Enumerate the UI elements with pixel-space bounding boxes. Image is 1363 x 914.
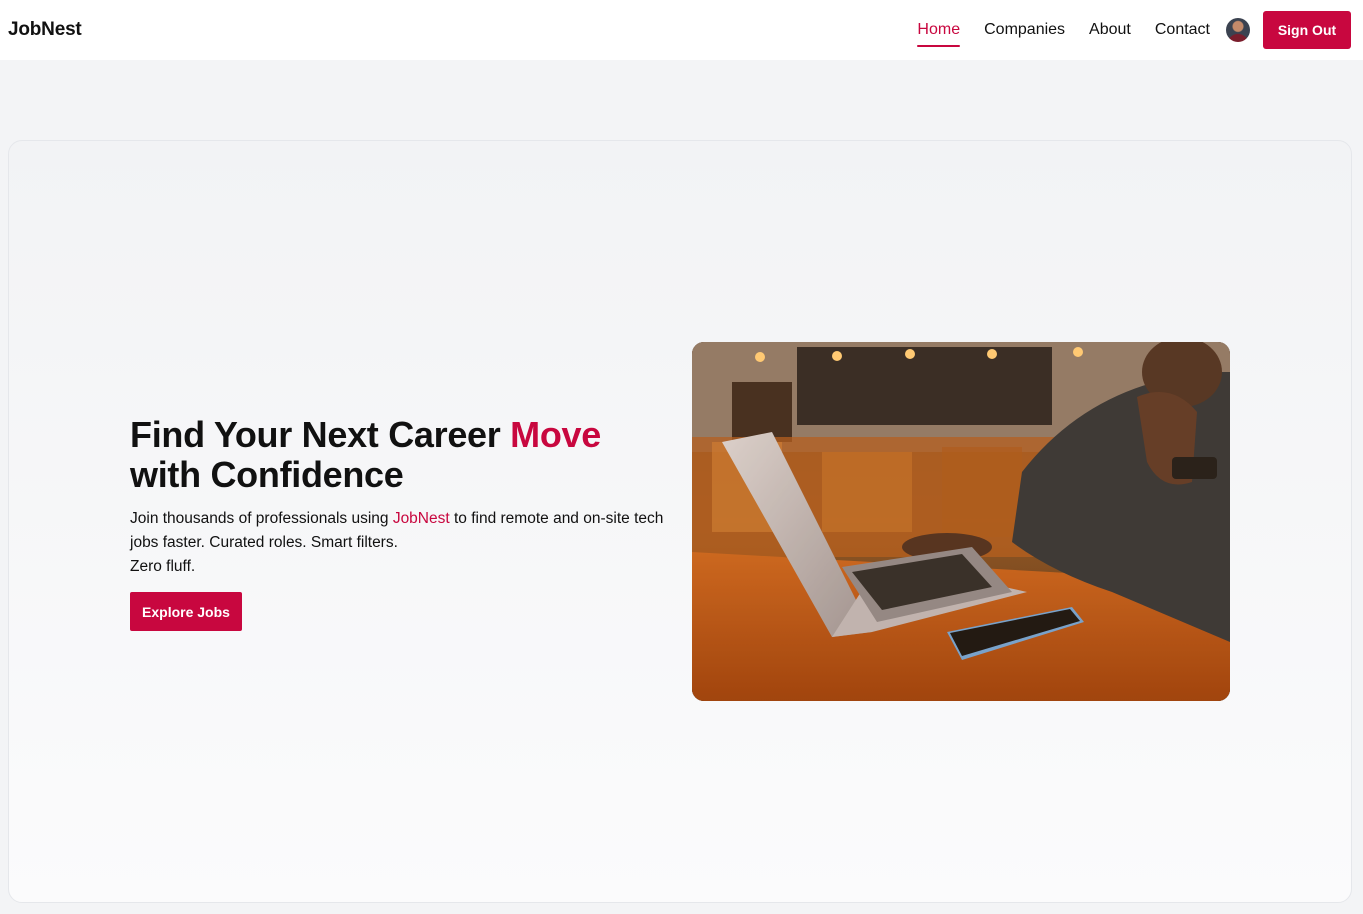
hero-subtitle: Join thousands of professionals using Jo… bbox=[130, 507, 690, 579]
hero-headline: Find Your Next Career Move with Confiden… bbox=[130, 415, 690, 495]
headline-part2: with Confidence bbox=[130, 454, 404, 495]
explore-jobs-button[interactable]: Explore Jobs bbox=[130, 592, 242, 631]
subtitle-part1: Join thousands of professionals using bbox=[130, 510, 393, 527]
user-avatar[interactable] bbox=[1226, 18, 1250, 42]
nav-link-contact[interactable]: Contact bbox=[1155, 15, 1210, 45]
nav-link-home[interactable]: Home bbox=[917, 15, 960, 47]
sign-out-button[interactable]: Sign Out bbox=[1263, 11, 1351, 49]
hero-image bbox=[692, 342, 1230, 701]
navbar: JobNest Home Companies About Contact Sig… bbox=[0, 0, 1363, 60]
nav-menu: Home Companies About Contact Sign Out bbox=[917, 11, 1351, 49]
brand-logo[interactable]: JobNest bbox=[8, 19, 82, 41]
headline-part1: Find Your Next Career bbox=[130, 414, 511, 455]
nav-link-about[interactable]: About bbox=[1089, 15, 1131, 45]
subtitle-brand: JobNest bbox=[392, 510, 450, 527]
nav-link-companies[interactable]: Companies bbox=[984, 15, 1065, 45]
headline-accent: Move bbox=[510, 414, 601, 455]
subtitle-part3: Zero fluff. bbox=[130, 558, 196, 575]
hero-text: Find Your Next Career Move with Confiden… bbox=[130, 415, 690, 631]
hero-section: Find Your Next Career Move with Confiden… bbox=[8, 140, 1352, 903]
